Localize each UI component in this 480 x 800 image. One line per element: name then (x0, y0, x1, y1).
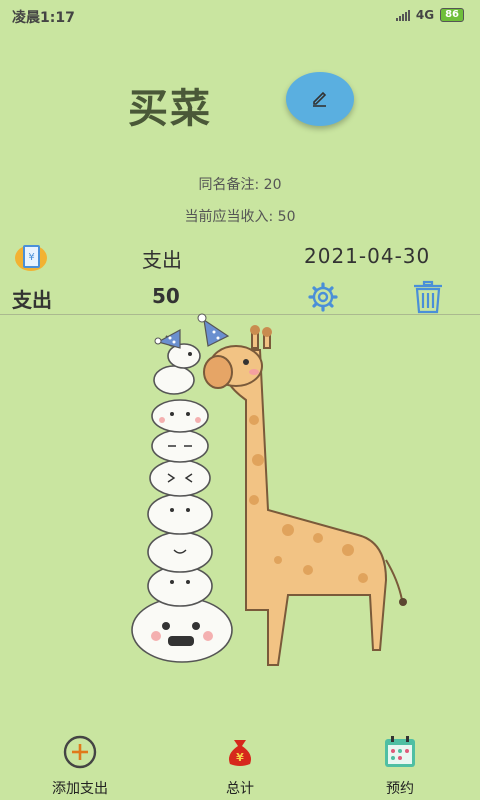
network-label: 4G (415, 8, 435, 22)
bottom-nav: 添加支出 ¥ 总计 预约 (0, 728, 480, 800)
amount-value: 50 (152, 284, 180, 308)
plus-circle-icon (63, 735, 97, 769)
record-header-row: ¥ 支出 2021-04-30 (0, 238, 480, 278)
nav-appointment[interactable]: 预约 (340, 728, 460, 800)
gear-icon[interactable] (306, 282, 340, 312)
status-bar: 凌晨1:17 4G 86 (0, 0, 480, 32)
edit-button[interactable] (286, 72, 354, 126)
money-book-icon: ¥ (15, 245, 47, 271)
nav-add-expense[interactable]: 添加支出 (20, 728, 140, 800)
battery-icon: 86 (440, 8, 464, 22)
nav-total[interactable]: ¥ 总计 (180, 728, 300, 800)
svg-text:¥: ¥ (28, 252, 34, 263)
page-title: 买菜 (128, 86, 212, 132)
nav-label: 预约 (386, 781, 414, 797)
svg-text:¥: ¥ (236, 751, 244, 764)
pencil-icon (313, 91, 327, 107)
nav-label: 添加支出 (52, 781, 108, 797)
current-income: 当前应当收入: 50 (184, 209, 296, 225)
signal-icon (395, 9, 410, 21)
money-bag-icon: ¥ (229, 740, 251, 766)
nav-label: 总计 (226, 781, 254, 797)
record-type[interactable]: 支出 (142, 244, 182, 273)
status-time: 凌晨1:17 (12, 10, 75, 26)
amount-type: 支出 (12, 288, 52, 312)
giraffe-bunny-illustration (131, 313, 407, 666)
calendar-icon (385, 736, 415, 767)
trash-icon[interactable] (410, 280, 446, 314)
same-name-note: 同名备注: 20 (198, 177, 282, 193)
record-date[interactable]: 2021-04-30 (304, 244, 430, 268)
